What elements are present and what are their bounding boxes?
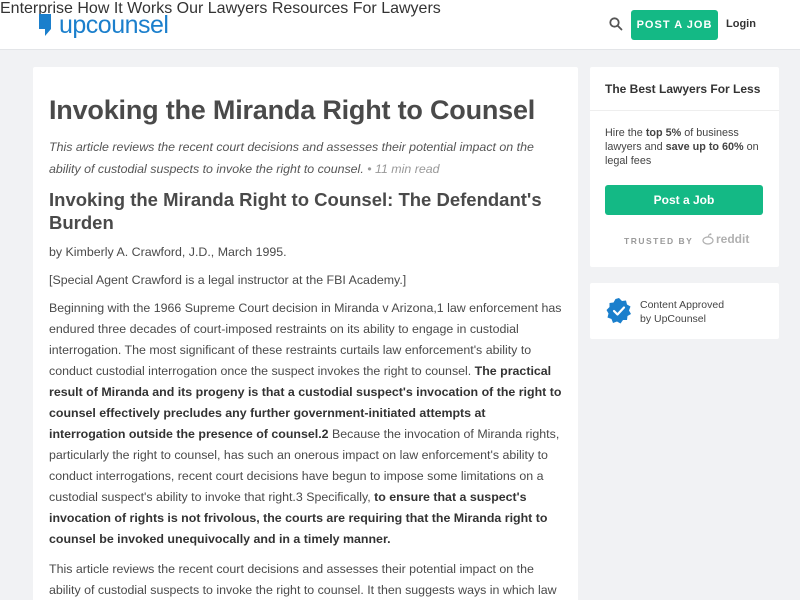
paragraph-1: Beginning with the 1966 Supreme Court de… — [49, 298, 565, 550]
desc-text-1: Hire the — [605, 127, 646, 139]
verified-badge-icon — [606, 298, 631, 324]
content-approved-text: Content Approved by UpCounsel — [640, 298, 724, 326]
reddit-icon — [702, 233, 714, 245]
page-title: Invoking the Miranda Right to Counsel — [49, 95, 536, 125]
nav-for-lawyers[interactable]: For Lawyers — [353, 0, 441, 17]
upcounsel-logo[interactable]: upcounsel — [38, 10, 169, 39]
desc-bold-2: save up to 60% — [665, 141, 744, 153]
search-icon[interactable] — [608, 16, 624, 32]
nav-resources[interactable]: Resources — [272, 0, 348, 17]
nav-our-lawyers[interactable]: Our Lawyers — [177, 0, 268, 17]
paragraph-2: This article reviews the recent court de… — [49, 562, 557, 597]
login-link[interactable]: Login — [726, 18, 756, 30]
best-lawyers-card: The Best Lawyers For Less Hire the top 5… — [590, 67, 779, 267]
article-card: Invoking the Miranda Right to Counsel Th… — [33, 67, 578, 600]
reddit-logo: reddit — [702, 232, 749, 246]
approved-line-1: Content Approved — [640, 299, 725, 311]
desc-bold-1: top 5% — [645, 127, 682, 139]
byline: by Kimberly A. Crawford, J.D., March 199… — [49, 245, 287, 259]
author-note: [Special Agent Crawford is a legal instr… — [49, 273, 407, 287]
logo-text: upcounsel — [59, 10, 169, 39]
content-approved-card: Content Approved by UpCounsel — [590, 283, 779, 339]
top-navigation-bar: upcounsel Enterprise How It Works Our La… — [0, 0, 800, 50]
post-a-job-button[interactable]: POST A JOB — [631, 10, 718, 40]
post-a-job-cta-button[interactable]: Post a Job — [605, 185, 763, 215]
logo-icon — [39, 14, 51, 36]
card-title: The Best Lawyers For Less — [605, 82, 761, 96]
read-time: • 11 min read — [367, 162, 440, 176]
intro-text: This article reviews the recent court de… — [49, 140, 534, 176]
divider — [590, 110, 779, 111]
approved-line-2: by UpCounsel — [640, 313, 706, 325]
trusted-by-label: TRUSTED BY — [624, 236, 694, 246]
article-intro: This article reviews the recent court de… — [49, 136, 565, 180]
article-subtitle: Invoking the Miranda Right to Counsel: T… — [49, 189, 542, 233]
card-description: Hire the top 5% of business lawyers and … — [605, 126, 765, 168]
reddit-text: reddit — [716, 232, 750, 246]
